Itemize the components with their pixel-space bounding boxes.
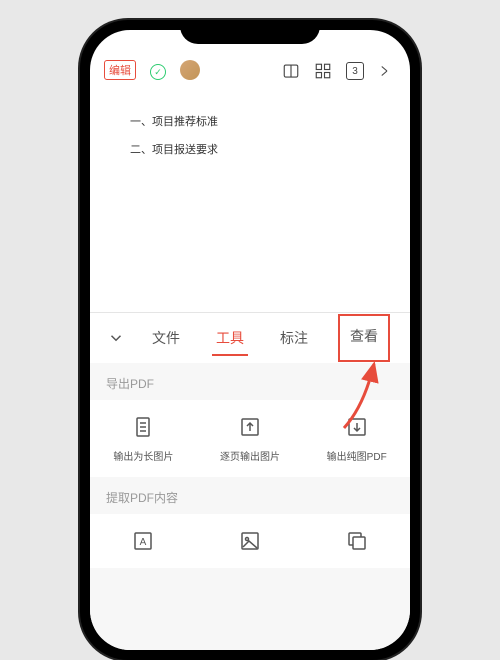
- tab-annotate[interactable]: 标注: [276, 316, 312, 360]
- copy-icon: [344, 528, 370, 554]
- pure-pdf-icon: [344, 414, 370, 440]
- action-extract-2[interactable]: [197, 528, 304, 554]
- avatar[interactable]: [180, 60, 200, 80]
- action-export-per-page[interactable]: 逐页输出图片: [197, 414, 304, 463]
- collapse-button[interactable]: [98, 329, 134, 347]
- tab-view[interactable]: 查看: [338, 314, 390, 362]
- export-actions: 输出为长图片 逐页输出图片 输出纯图PDF: [90, 400, 410, 477]
- document-content[interactable]: 一、项目推荐标准 二、项目报送要求: [90, 86, 410, 190]
- section-export-pdf: 导出PDF: [90, 363, 410, 400]
- screen: 编辑 ✓ 3 一、项目推荐标准 二、项目报送要求: [90, 30, 410, 650]
- tab-file[interactable]: 文件: [148, 316, 184, 360]
- extract-text-icon: A: [130, 528, 156, 554]
- page-indicator[interactable]: 3: [346, 62, 364, 80]
- phone-notch: [180, 20, 320, 44]
- more-icon[interactable]: [378, 62, 396, 80]
- doc-line: 一、项目推荐标准: [130, 110, 370, 134]
- phone-frame: 编辑 ✓ 3 一、项目推荐标准 二、项目报送要求: [80, 20, 420, 660]
- extract-image-icon: [237, 528, 263, 554]
- svg-text:A: A: [140, 537, 147, 548]
- edit-button[interactable]: 编辑: [104, 60, 136, 80]
- per-page-icon: [237, 414, 263, 440]
- bottom-sheet: 文件 工具 标注 查看 导出PDF 输出为长图片: [90, 312, 410, 650]
- long-image-icon: [130, 414, 156, 440]
- action-extract-1[interactable]: A: [90, 528, 197, 554]
- sync-status-icon: ✓: [150, 64, 166, 80]
- action-label: 输出为长图片: [113, 448, 173, 463]
- section-extract-pdf: 提取PDF内容: [90, 477, 410, 514]
- action-export-long-image[interactable]: 输出为长图片: [90, 414, 197, 463]
- tabs: 文件 工具 标注 查看: [134, 316, 402, 360]
- grid-icon[interactable]: [314, 62, 332, 80]
- panel-icon[interactable]: [282, 62, 300, 80]
- action-export-pure-pdf[interactable]: 输出纯图PDF: [303, 414, 410, 463]
- action-label: 逐页输出图片: [220, 448, 280, 463]
- action-extract-3[interactable]: [303, 528, 410, 554]
- tab-row: 文件 工具 标注 查看: [90, 313, 410, 363]
- doc-line: 二、项目报送要求: [130, 138, 370, 162]
- tab-tools[interactable]: 工具: [212, 316, 248, 360]
- extract-actions: A: [90, 514, 410, 568]
- action-label: 输出纯图PDF: [327, 448, 387, 463]
